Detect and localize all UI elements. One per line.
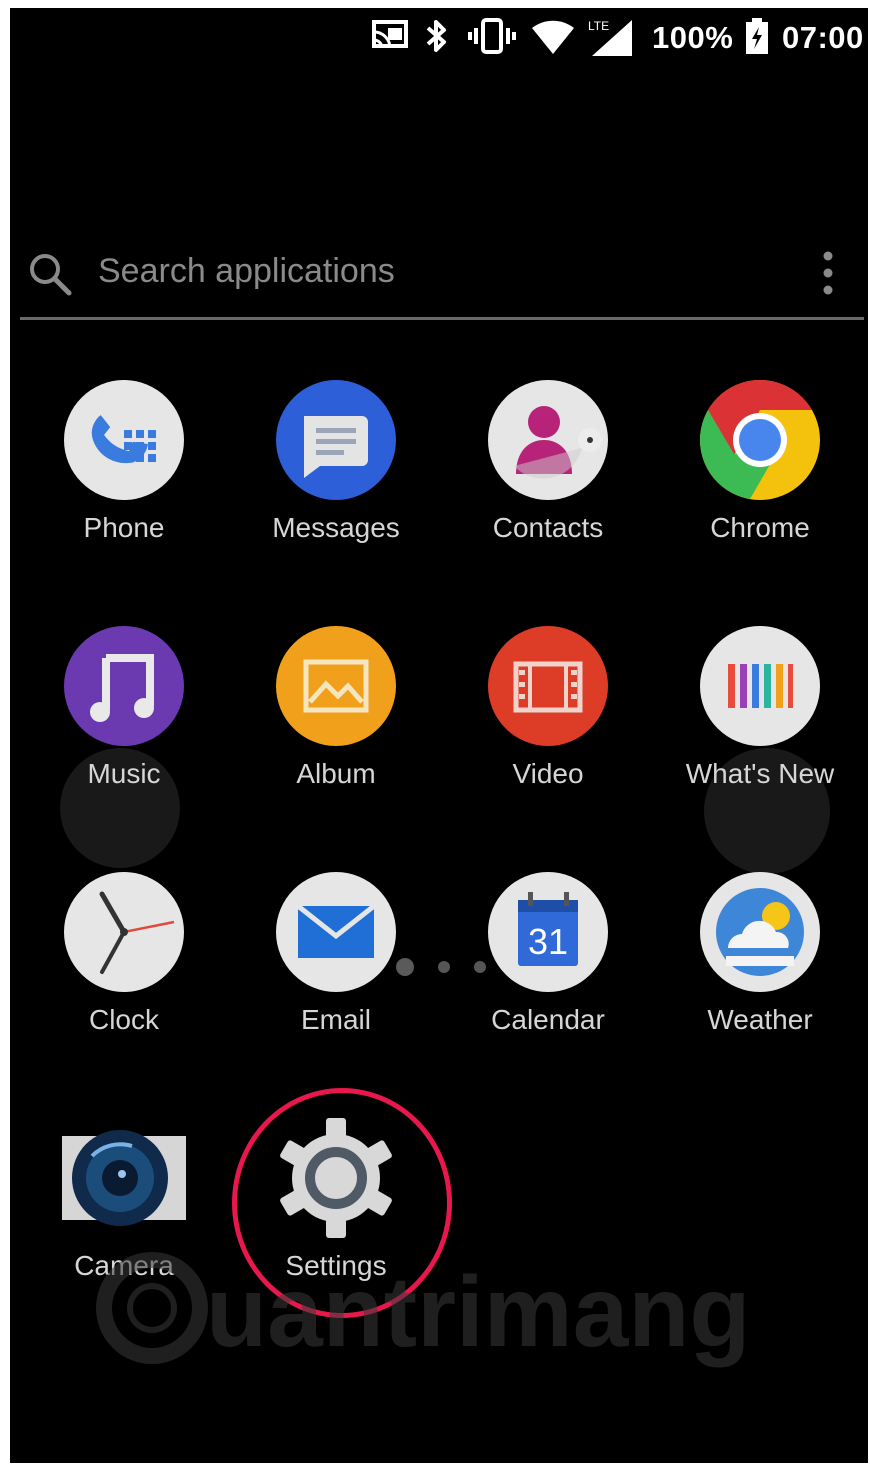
music-icon bbox=[62, 624, 186, 748]
app-album[interactable]: Album bbox=[236, 624, 436, 790]
vibrate-icon bbox=[468, 18, 516, 59]
watermark-text: uantrimang bbox=[206, 1256, 750, 1368]
chrome-icon bbox=[698, 378, 822, 502]
search-underline bbox=[20, 317, 864, 320]
calendar-icon: 31 bbox=[486, 870, 610, 994]
app-email[interactable]: Email bbox=[236, 870, 436, 1036]
app-label: Email bbox=[300, 1004, 371, 1035]
search-icon[interactable] bbox=[28, 252, 72, 301]
app-label: Phone bbox=[83, 512, 165, 543]
calendar-day: 31 bbox=[528, 921, 568, 962]
messages-icon bbox=[274, 378, 398, 502]
weather-icon bbox=[698, 870, 822, 994]
search-input[interactable]: Search applications bbox=[98, 252, 395, 291]
network-badge: LTE bbox=[588, 19, 609, 33]
app-messages[interactable]: Messages bbox=[236, 378, 436, 544]
signal-icon: LTE bbox=[588, 18, 638, 63]
battery-charging-icon bbox=[744, 18, 770, 61]
phone-icon bbox=[62, 378, 186, 502]
app-label: Video bbox=[512, 758, 584, 789]
app-label: Music bbox=[87, 758, 161, 789]
app-label: Clock bbox=[88, 1004, 159, 1035]
app-whats-new[interactable]: What's New bbox=[660, 624, 860, 790]
app-weather[interactable]: Weather bbox=[660, 870, 860, 1036]
camera-icon bbox=[62, 1116, 186, 1240]
battery-percentage: 100% bbox=[652, 20, 734, 55]
bluetooth-icon bbox=[424, 18, 450, 59]
app-label: What's New bbox=[685, 758, 835, 789]
app-music[interactable]: Music bbox=[24, 624, 224, 790]
app-label: Calendar bbox=[491, 1004, 605, 1035]
app-chrome[interactable]: Chrome bbox=[660, 378, 860, 544]
clock-icon bbox=[62, 870, 186, 994]
app-label: Album bbox=[296, 758, 376, 789]
app-drawer-screen: LTE 100% 07:00 Search applications Phone bbox=[10, 8, 868, 1463]
settings-icon bbox=[274, 1116, 398, 1240]
whats-new-icon bbox=[698, 624, 822, 748]
app-contacts[interactable]: Contacts bbox=[448, 378, 648, 544]
app-calendar[interactable]: 31 Calendar bbox=[448, 870, 648, 1036]
wifi-icon bbox=[530, 18, 576, 61]
app-label: Chrome bbox=[710, 512, 810, 543]
app-phone[interactable]: Phone bbox=[24, 378, 224, 544]
watermark-logo bbox=[96, 1252, 208, 1364]
album-icon bbox=[274, 624, 398, 748]
app-label: Messages bbox=[272, 512, 400, 543]
status-time: 07:00 bbox=[782, 20, 864, 55]
contacts-icon bbox=[486, 378, 610, 502]
more-vert-icon[interactable] bbox=[820, 248, 836, 303]
watermark: uantrimang bbox=[88, 1248, 828, 1368]
app-clock[interactable]: Clock bbox=[24, 870, 224, 1036]
status-bar: LTE 100% 07:00 bbox=[10, 8, 868, 64]
app-label: Contacts bbox=[492, 512, 604, 543]
cast-icon bbox=[370, 18, 412, 57]
app-video[interactable]: Video bbox=[448, 624, 648, 790]
video-icon bbox=[486, 624, 610, 748]
app-label: Weather bbox=[707, 1004, 813, 1035]
email-icon bbox=[274, 870, 398, 994]
